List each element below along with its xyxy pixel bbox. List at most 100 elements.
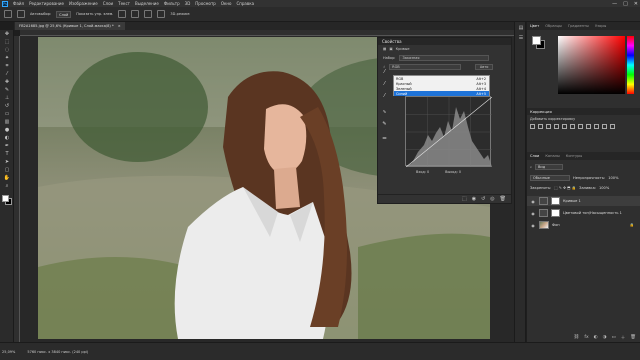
properties-panel-icon[interactable]: ☰ bbox=[515, 34, 527, 42]
path-select-icon[interactable]: ➤ bbox=[0, 158, 14, 166]
channel-option-blue[interactable]: Синий Alt+5 bbox=[394, 91, 489, 96]
brush-icon[interactable]: ✎ bbox=[0, 86, 14, 94]
distribute-icon[interactable] bbox=[157, 10, 166, 18]
menu-select[interactable]: Выделение bbox=[135, 1, 159, 6]
layer-row-huesat[interactable]: ◉ Цветовой тон/Насыщенность 1 bbox=[527, 208, 640, 218]
auto-button[interactable]: Авто bbox=[475, 63, 494, 70]
curves-graph[interactable] bbox=[405, 96, 493, 168]
zoom-icon[interactable]: ⌕ bbox=[0, 182, 14, 190]
menu-image[interactable]: Изображение bbox=[69, 1, 98, 6]
layer-row-background[interactable]: ◉ Фон 🔒 bbox=[527, 220, 640, 230]
fill-value[interactable]: 100% bbox=[599, 186, 609, 190]
curves-adj-icon[interactable] bbox=[546, 124, 551, 129]
zoom-level[interactable]: 25,09% bbox=[2, 350, 15, 354]
history-panel-icon[interactable]: ▤ bbox=[515, 24, 527, 32]
sample-black-eyedropper-icon[interactable]: ⁄ bbox=[381, 68, 388, 75]
move-icon[interactable]: ✥ bbox=[0, 30, 14, 38]
crop-icon[interactable]: ⌗ bbox=[0, 62, 14, 70]
tab-color[interactable]: Цвет bbox=[530, 24, 539, 28]
mask-icon[interactable]: ▣ bbox=[389, 47, 392, 51]
color-balance-icon[interactable] bbox=[578, 124, 583, 129]
layer-row-curves[interactable]: ◉ Кривые 1 bbox=[527, 196, 640, 206]
magic-wand-icon[interactable]: ✦ bbox=[0, 54, 14, 62]
exposure-icon[interactable] bbox=[554, 124, 559, 129]
channel-dropdown[interactable]: RGB Alt+2 Красный Alt+3 Зеленый Alt+4 Синий… bbox=[393, 75, 490, 96]
eraser-icon[interactable]: ▭ bbox=[0, 110, 14, 118]
eyedropper-icon[interactable]: ⁄ bbox=[0, 70, 14, 78]
menu-3d[interactable]: 3D bbox=[185, 1, 191, 6]
visibility-eye-icon[interactable]: ◉ bbox=[530, 211, 536, 216]
visibility-eye-icon[interactable]: ◉ bbox=[530, 199, 536, 204]
reset-icon[interactable]: ↺ bbox=[481, 196, 485, 202]
visibility-icon[interactable]: ◎ bbox=[490, 196, 494, 202]
tab-close-icon[interactable]: × bbox=[118, 24, 121, 28]
toolbar-foreground-color[interactable] bbox=[2, 195, 9, 202]
toolbar-color-swatches[interactable] bbox=[0, 194, 14, 208]
layer-mask-thumb[interactable] bbox=[551, 197, 560, 205]
lookup-icon[interactable] bbox=[610, 124, 615, 129]
channel-mixer-icon[interactable] bbox=[602, 124, 607, 129]
menu-filter[interactable]: Фильтр bbox=[164, 1, 180, 6]
tab-layers[interactable]: Слои bbox=[530, 154, 539, 158]
minimize-icon[interactable]: — bbox=[612, 1, 617, 7]
input-value[interactable]: 0 bbox=[427, 170, 429, 174]
opacity-value[interactable]: 100% bbox=[608, 176, 618, 180]
hand-icon[interactable]: ✋ bbox=[0, 174, 14, 182]
lock-icons[interactable]: ⬚ ✎ ✥ ⬒ 🔒 bbox=[554, 186, 576, 190]
layer-kind-filter[interactable]: Вид bbox=[535, 164, 564, 170]
delete-layer-icon[interactable]: 🗑 bbox=[630, 335, 636, 340]
trash-icon[interactable]: 🗑 bbox=[500, 196, 506, 202]
tab-gradients[interactable]: Градиенты bbox=[568, 24, 589, 28]
layer-mask-thumb[interactable] bbox=[551, 209, 560, 217]
menu-edit[interactable]: Редактирование bbox=[29, 1, 64, 6]
preset-select[interactable]: Заказная bbox=[399, 54, 490, 61]
curve-point-icon[interactable]: ∿ bbox=[381, 108, 388, 115]
vibrance-icon[interactable] bbox=[562, 124, 567, 129]
new-group-icon[interactable]: ▭ bbox=[612, 335, 616, 340]
marquee-icon[interactable]: ⬚ bbox=[0, 38, 14, 46]
pen-icon[interactable]: ✒ bbox=[0, 142, 14, 150]
history-brush-icon[interactable]: ↺ bbox=[0, 102, 14, 110]
home-icon[interactable] bbox=[4, 10, 12, 18]
stamp-icon[interactable]: ⊥ bbox=[0, 94, 14, 102]
tab-patterns[interactable]: Узоры bbox=[595, 24, 606, 28]
tab-paths[interactable]: Контуры bbox=[566, 154, 582, 158]
new-layer-icon[interactable]: ＋ bbox=[621, 335, 626, 341]
hue-slider[interactable] bbox=[627, 36, 634, 94]
document-tab[interactable]: FB2A1685.jpg @ 25,6% (Кривые 1, Слой-мас… bbox=[15, 22, 125, 30]
levels-icon[interactable] bbox=[538, 124, 543, 129]
link-icon[interactable]: ⛓ bbox=[574, 335, 580, 340]
menu-window[interactable]: Окно bbox=[221, 1, 232, 6]
document-info[interactable]: 5760 пикс. x 3840 пикс. (240 ppi) bbox=[27, 350, 88, 354]
autoselect-target[interactable]: Слой bbox=[56, 10, 72, 18]
show-controls-label[interactable]: Показать упр. элем. bbox=[76, 12, 113, 16]
channel-select[interactable]: RGB bbox=[389, 63, 462, 70]
blend-mode-select[interactable]: Обычные bbox=[530, 175, 570, 181]
menu-file[interactable]: Файл bbox=[13, 1, 24, 6]
brightness-icon[interactable] bbox=[530, 124, 535, 129]
gradient-icon[interactable]: ▥ bbox=[0, 118, 14, 126]
menu-text[interactable]: Текст bbox=[118, 1, 130, 6]
bw-icon[interactable] bbox=[586, 124, 591, 129]
clip-icon[interactable]: ⬚ bbox=[462, 196, 467, 202]
close-icon[interactable]: ✕ bbox=[634, 1, 638, 7]
sample-white-eyedropper-icon[interactable]: ⁄ bbox=[381, 92, 388, 99]
tab-channels[interactable]: Каналы bbox=[545, 154, 559, 158]
view-previous-icon[interactable]: ◉ bbox=[472, 196, 476, 202]
autoselect-label[interactable]: Автовыбор: bbox=[30, 12, 51, 16]
output-value[interactable]: 0 bbox=[459, 170, 461, 174]
add-mask-icon[interactable]: ◐ bbox=[594, 335, 598, 340]
smooth-icon[interactable]: ⚌ bbox=[381, 134, 388, 141]
align-right-icon[interactable] bbox=[144, 10, 153, 18]
healing-icon[interactable]: ✚ bbox=[0, 78, 14, 86]
align-left-icon[interactable] bbox=[118, 10, 127, 18]
lasso-icon[interactable]: ◌ bbox=[0, 46, 14, 54]
type-icon[interactable]: T bbox=[0, 150, 14, 158]
menu-layers[interactable]: Слои bbox=[103, 1, 113, 6]
sample-gray-eyedropper-icon[interactable]: ⁄ bbox=[381, 80, 388, 87]
photo-filter-icon[interactable] bbox=[594, 124, 599, 129]
dodge-icon[interactable]: ◐ bbox=[0, 134, 14, 142]
menu-help[interactable]: Справка bbox=[236, 1, 254, 6]
visibility-eye-icon[interactable]: ◉ bbox=[530, 223, 536, 228]
move-tool-icon[interactable] bbox=[17, 10, 25, 18]
